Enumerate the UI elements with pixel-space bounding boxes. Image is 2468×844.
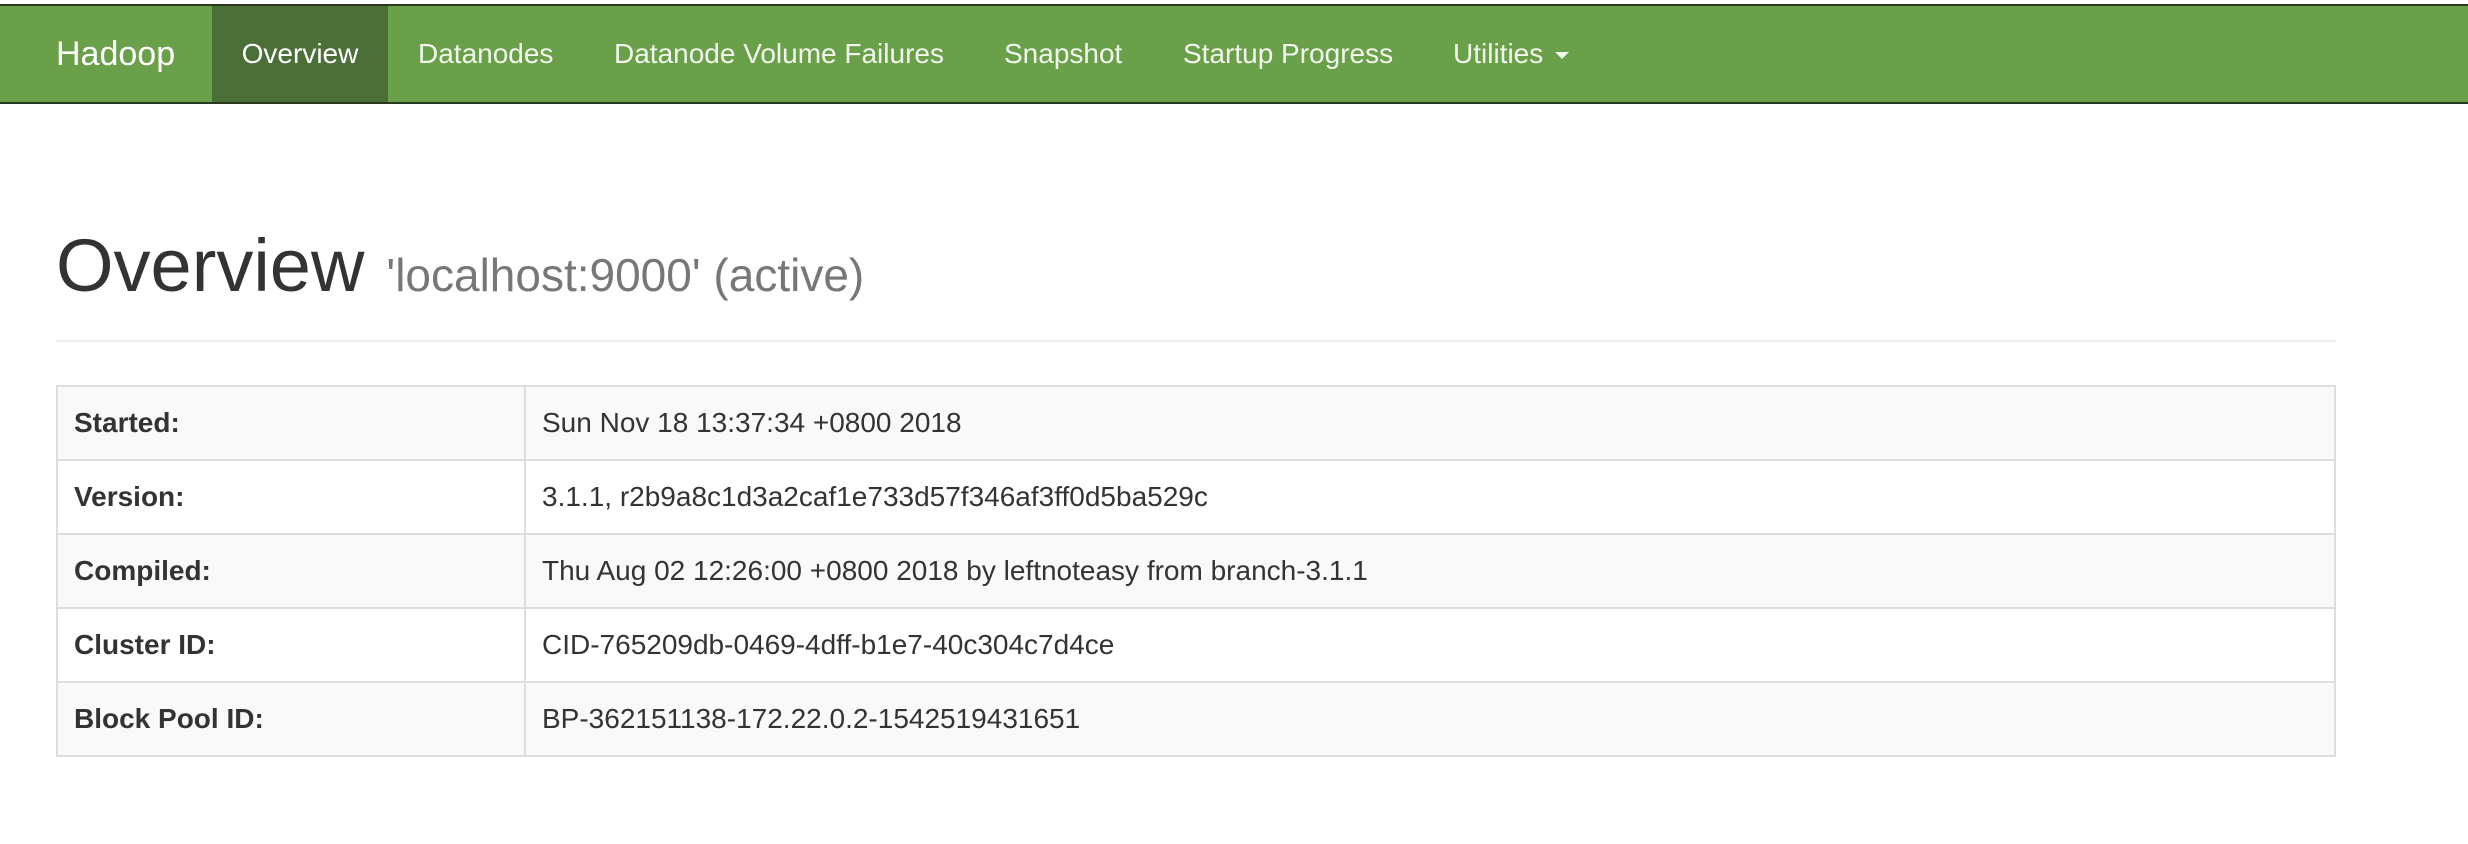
page-subtitle: 'localhost:9000' (active) [386, 249, 865, 301]
table-row: Cluster ID: CID-765209db-0469-4dff-b1e7-… [56, 607, 2336, 683]
row-value: CID-765209db-0469-4dff-b1e7-40c304c7d4ce [524, 607, 2336, 683]
row-key: Started: [56, 385, 526, 461]
row-value: Sun Nov 18 13:37:34 +0800 2018 [524, 385, 2336, 461]
row-key: Block Pool ID: [56, 681, 526, 757]
table-row: Started: Sun Nov 18 13:37:34 +0800 2018 [56, 385, 2336, 461]
page-title-text: Overview [56, 224, 365, 307]
nav-datanodes[interactable]: Datanodes [418, 6, 553, 102]
table-row: Compiled: Thu Aug 02 12:26:00 +0800 2018… [56, 533, 2336, 609]
nav-utilities-label: Utilities [1453, 38, 1544, 69]
row-value: 3.1.1, r2b9a8c1d3a2caf1e733d57f346af3ff0… [524, 459, 2336, 535]
nav-utilities-dropdown[interactable]: Utilities [1453, 6, 1570, 102]
overview-info-table: Started: Sun Nov 18 13:37:34 +0800 2018 … [56, 385, 2336, 757]
caret-down-icon [1555, 52, 1570, 60]
nav-snapshot[interactable]: Snapshot [1004, 6, 1122, 102]
row-key: Compiled: [56, 533, 526, 609]
nav-startup-progress[interactable]: Startup Progress [1183, 6, 1393, 102]
page-title: Overview 'localhost:9000' (active) [56, 222, 864, 319]
nav-datanode-volume-failures[interactable]: Datanode Volume Failures [614, 6, 944, 102]
row-value: BP-362151138-172.22.0.2-1542519431651 [524, 681, 2336, 757]
top-navbar: Hadoop Overview Datanodes Datanode Volum… [0, 4, 2468, 104]
brand-link[interactable]: Hadoop [56, 6, 175, 102]
row-key: Version: [56, 459, 526, 535]
row-key: Cluster ID: [56, 607, 526, 683]
row-value: Thu Aug 02 12:26:00 +0800 2018 by leftno… [524, 533, 2336, 609]
table-row: Block Pool ID: BP-362151138-172.22.0.2-1… [56, 681, 2336, 757]
table-row: Version: 3.1.1, r2b9a8c1d3a2caf1e733d57f… [56, 459, 2336, 535]
page-header: Overview 'localhost:9000' (active) [56, 222, 2336, 342]
nav-overview[interactable]: Overview [212, 6, 388, 102]
